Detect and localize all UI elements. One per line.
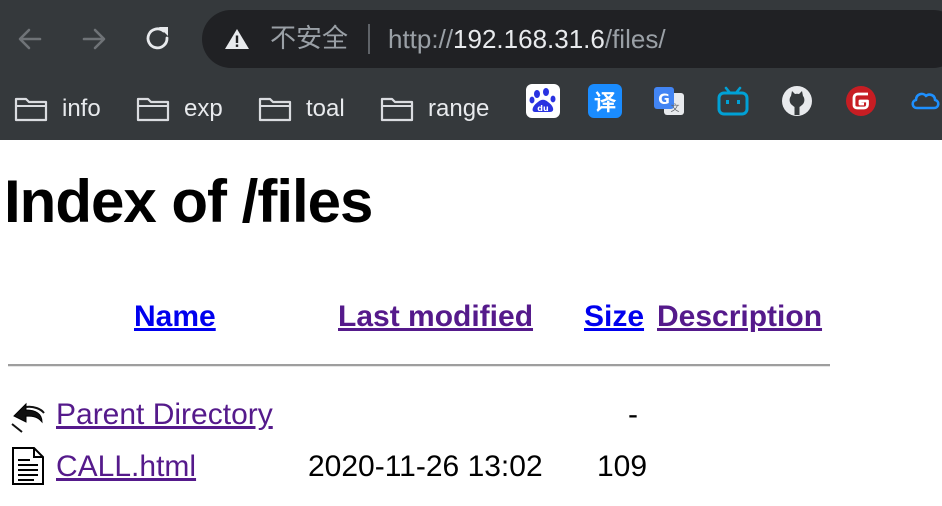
warning-icon[interactable] [224, 27, 250, 51]
forward-arrow-icon [82, 28, 106, 50]
reload-icon [146, 27, 169, 50]
svg-text:du: du [537, 104, 549, 113]
back-button[interactable] [12, 21, 48, 57]
translate-icon: 译 [594, 91, 617, 116]
parent-directory-link[interactable]: Parent Directory [56, 394, 273, 436]
url-host: 192.168.31.6 [453, 24, 605, 54]
folder-icon [380, 97, 414, 122]
svg-text:G: G [658, 92, 670, 108]
bookmark-folder-info[interactable]: info [14, 89, 101, 129]
baidu-icon: du [529, 88, 556, 113]
back-arrow-icon [11, 402, 45, 433]
bilibili-icon [717, 86, 749, 116]
bookmark-folder-range[interactable]: range [380, 89, 489, 129]
folder-icon [136, 97, 170, 122]
address-bar[interactable]: 不安全 http://192.168.31.6/files/ [202, 10, 942, 68]
column-header-name[interactable]: Name [134, 296, 216, 338]
forward-button[interactable] [76, 21, 112, 57]
cloud-icon [911, 92, 940, 110]
bookmark-label: exp [184, 95, 223, 122]
bookmark-translate[interactable]: 译 [588, 84, 622, 118]
row-size: - [628, 398, 638, 431]
svg-text:译: 译 [594, 91, 617, 116]
url-scheme: http:// [388, 24, 454, 54]
google-translate-icon: G 文 [654, 87, 684, 115]
url-text[interactable]: http://192.168.31.6/files/ [388, 22, 666, 56]
github-icon [782, 86, 812, 116]
navigation-bar: 不安全 http://192.168.31.6/files/ [0, 0, 942, 78]
bookmark-cloud[interactable] [908, 84, 942, 118]
reload-button[interactable] [140, 21, 176, 57]
bookmark-google-translate[interactable]: G 文 [652, 84, 686, 118]
bookmark-folder-toal[interactable]: toal [258, 89, 345, 129]
svg-text:文: 文 [670, 102, 679, 114]
bookmark-label: info [62, 95, 101, 122]
row-size: 109 [597, 450, 648, 483]
bookmark-github[interactable] [780, 84, 814, 118]
security-status-label[interactable]: 不安全 [270, 22, 348, 56]
page-title: Index of /files [4, 168, 373, 235]
header-divider [8, 364, 830, 367]
row-last-modified: 2020-11-26 13:02 [308, 450, 543, 483]
bookmark-baidu[interactable]: du [526, 84, 560, 118]
bookmark-gitee[interactable] [844, 84, 878, 118]
omnibox-divider [368, 24, 370, 54]
text-file-icon [12, 447, 44, 485]
column-header-size[interactable]: Size [584, 296, 644, 338]
bookmark-bilibili[interactable] [716, 84, 750, 118]
folder-icon [258, 97, 292, 122]
gitee-icon [846, 86, 876, 116]
bookmark-folder-exp[interactable]: exp [136, 89, 223, 129]
bookmark-label: range [428, 95, 490, 122]
column-header-description[interactable]: Description [657, 296, 822, 338]
back-arrow-icon [18, 28, 42, 50]
column-header-last-modified[interactable]: Last modified [338, 296, 533, 338]
bookmark-label: toal [306, 95, 345, 122]
file-link[interactable]: CALL.html [56, 446, 196, 488]
folder-icon [14, 97, 48, 122]
url-path: /files/ [604, 24, 666, 54]
